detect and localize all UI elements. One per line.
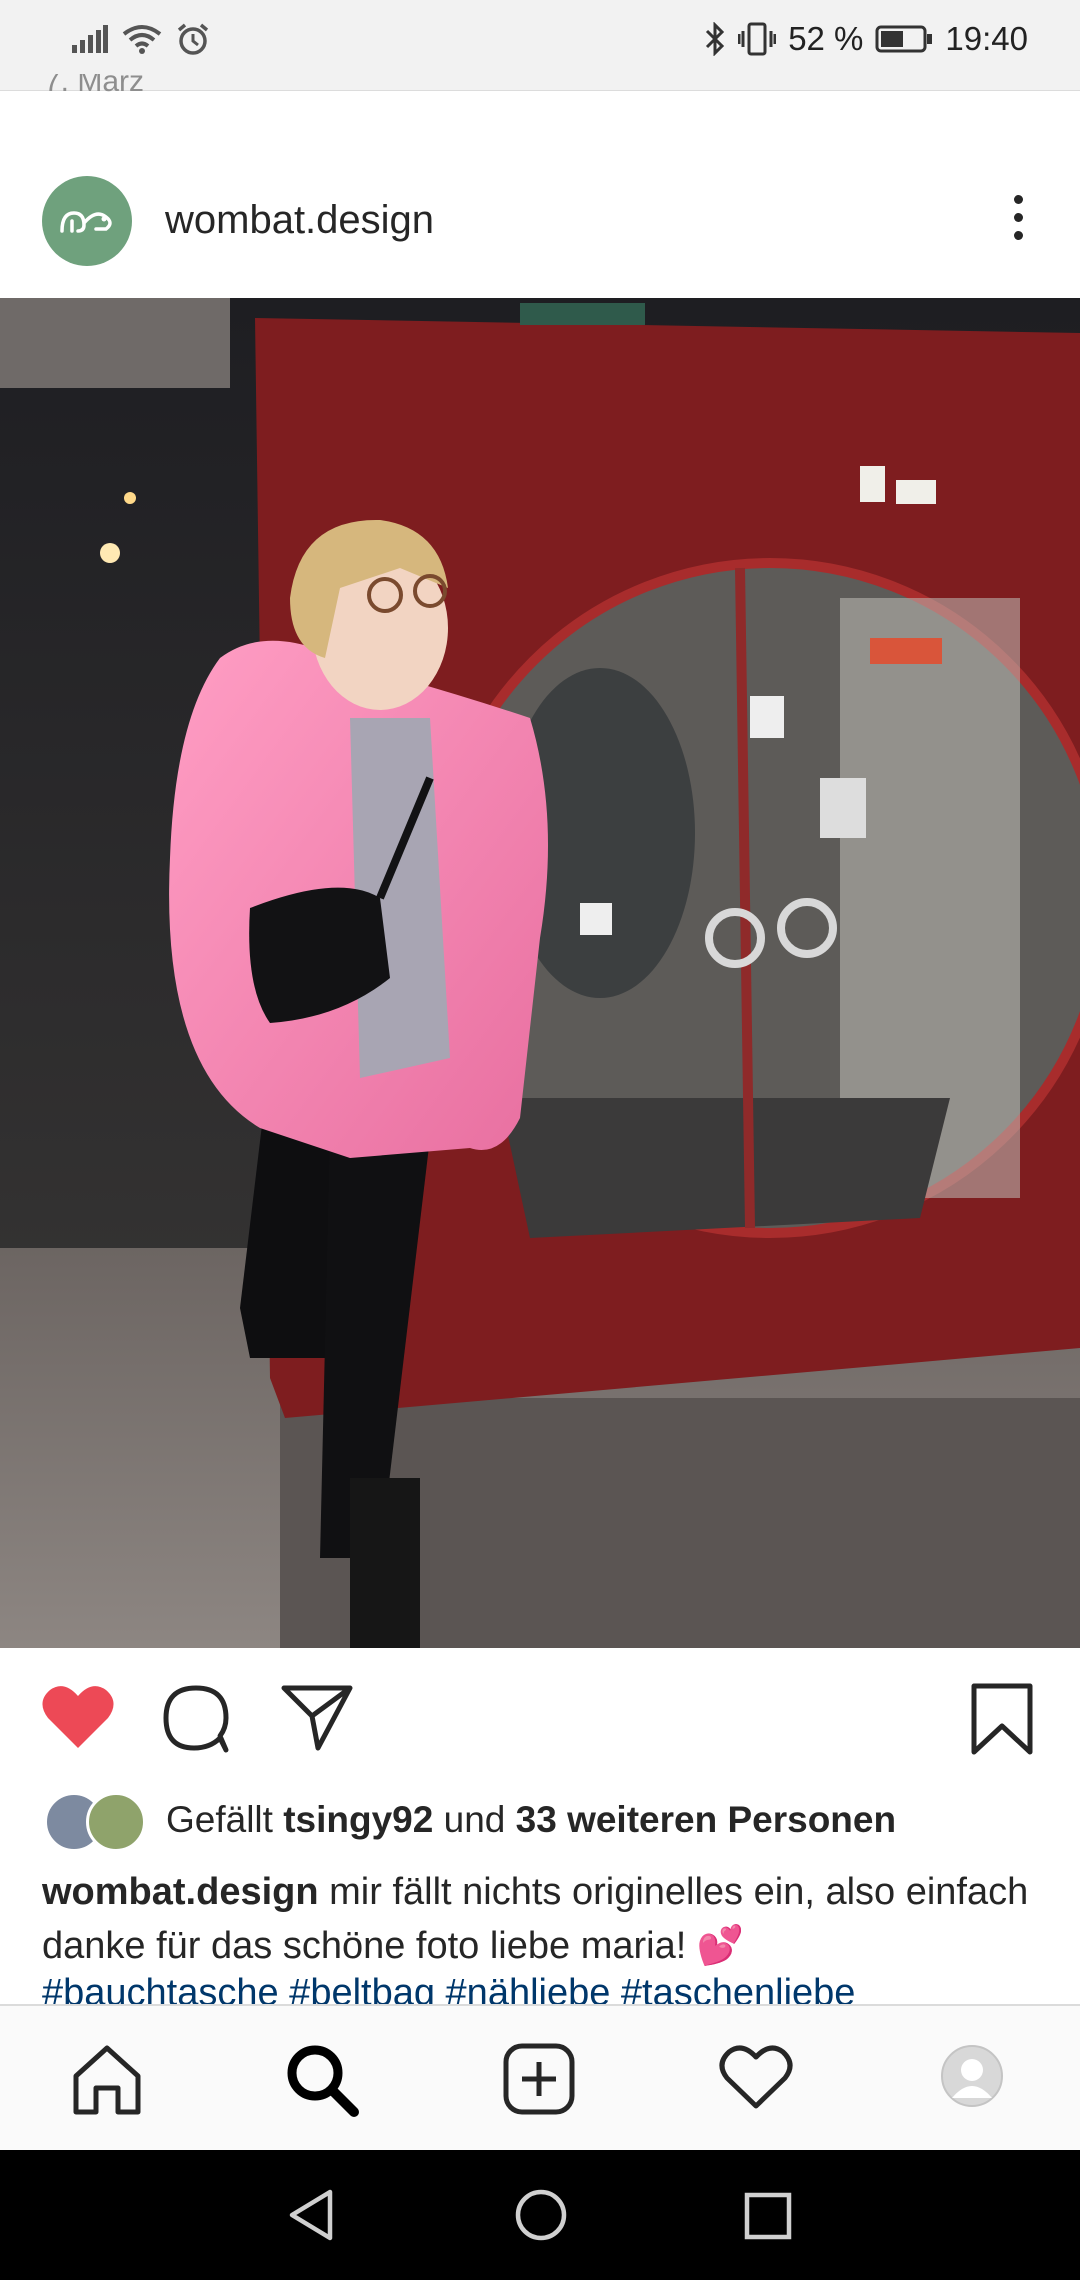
new-post-icon[interactable] — [502, 2042, 576, 2121]
bluetooth-icon — [704, 22, 726, 56]
activity-icon[interactable] — [718, 2042, 794, 2117]
vibrate-icon — [738, 22, 777, 56]
likes-prefix: Gefällt — [166, 1799, 273, 1840]
liker-avatar — [86, 1792, 146, 1852]
like-heart-icon[interactable] — [40, 1682, 116, 1757]
recents-icon[interactable] — [744, 2192, 792, 2245]
caption-username[interactable]: wombat.design — [42, 1871, 319, 1913]
avatar[interactable] — [42, 176, 132, 266]
signal-icon — [72, 25, 108, 53]
post-caption: wombat.design mir fällt nichts originell… — [42, 1865, 1042, 1973]
back-icon[interactable] — [286, 2188, 336, 2247]
liker-avatars — [44, 1792, 148, 1852]
home-circle-icon[interactable] — [514, 2188, 568, 2247]
system-navigation-bar — [0, 2150, 1080, 2280]
clock: 19:40 — [945, 20, 1028, 57]
previous-post-date: 7. März — [44, 74, 145, 96]
wombat-logo-icon — [60, 211, 112, 233]
alarm-icon — [176, 22, 210, 56]
share-icon[interactable] — [280, 1682, 354, 1757]
likes-summary[interactable]: Gefällt tsingy92 und 33 weiteren Persone… — [44, 1790, 896, 1852]
home-icon[interactable] — [70, 2042, 144, 2121]
likes-text: Gefällt tsingy92 und 33 weiteren Persone… — [166, 1799, 896, 1841]
search-icon[interactable] — [284, 2042, 360, 2123]
bottom-tab-bar — [0, 2004, 1080, 2152]
more-options-icon[interactable] — [1006, 195, 1030, 251]
post-header: wombat.design — [0, 170, 1080, 300]
battery-percent: 52 % — [788, 20, 864, 57]
liker-username[interactable]: tsingy92 — [283, 1799, 433, 1840]
wifi-icon — [122, 24, 162, 54]
battery-icon — [875, 25, 933, 53]
post-photo[interactable] — [0, 298, 1080, 1648]
likes-joiner: und — [443, 1799, 506, 1840]
comment-icon[interactable] — [160, 1682, 232, 1759]
status-bar: 52 % 19:40 — [0, 0, 1080, 91]
likes-others-count[interactable]: 33 weiteren Personen — [516, 1799, 896, 1840]
post-actions — [0, 1660, 1080, 1780]
profile-icon[interactable] — [940, 2044, 1004, 2113]
save-bookmark-icon[interactable] — [970, 1682, 1034, 1761]
post-username[interactable]: wombat.design — [165, 198, 434, 243]
